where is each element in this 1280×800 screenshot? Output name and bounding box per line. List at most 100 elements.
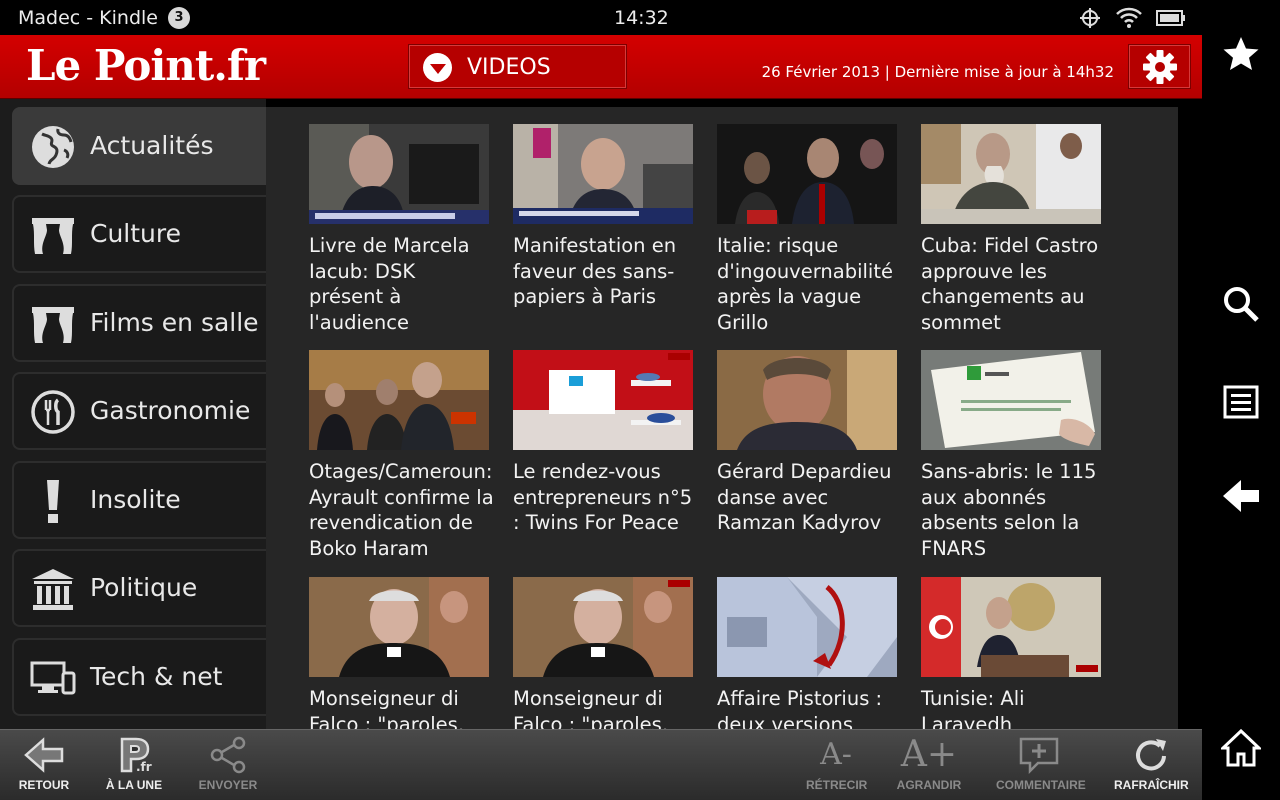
sidebar-item-politique[interactable]: Politique: [12, 549, 266, 627]
sidebar-item-label: Culture: [90, 219, 182, 248]
video-title: Le rendez-vous entrepreneurs n°5 : Twins…: [513, 460, 693, 534]
video-thumbnail[interactable]: [513, 124, 693, 224]
globe-icon: [30, 124, 76, 170]
video-title: Affaire Pistorius : deux versions: [717, 687, 883, 729]
wifi-icon: [1116, 7, 1142, 28]
send-button-label: ENVOYER: [198, 778, 258, 792]
status-bar: Madec - Kindle 3 14:32: [0, 0, 1202, 35]
video-title: Sans-abris: le 115 aux abonnés absents s…: [921, 460, 1097, 560]
sidebar-item-tech-net[interactable]: Tech & net: [12, 638, 266, 716]
sidebar-item-label: Politique: [90, 573, 198, 602]
video-title: Monseigneur di Falco : "paroles,: [309, 687, 465, 729]
home-button[interactable]: [1221, 728, 1261, 768]
video-card[interactable]: Gérard Depardieu danse avec Ramzan Kadyr…: [717, 350, 897, 536]
status-icons: [1078, 6, 1186, 30]
video-thumbnail[interactable]: [921, 124, 1101, 224]
video-thumbnail[interactable]: [921, 350, 1101, 450]
favorites-button[interactable]: [1221, 34, 1261, 74]
shrink-text-label: RÉTRECIR: [806, 778, 868, 792]
status-app-title: Madec - Kindle: [18, 7, 158, 29]
video-card[interactable]: Monseigneur di Falco : "paroles,: [513, 577, 693, 729]
video-title: Monseigneur di Falco : "paroles,: [513, 687, 669, 729]
back-button[interactable]: RETOUR: [18, 736, 70, 798]
send-button[interactable]: ENVOYER: [198, 736, 258, 798]
comment-plus-icon: [1019, 737, 1059, 774]
sidebar-item-label: Films en salle: [90, 308, 259, 337]
video-thumbnail[interactable]: [717, 124, 897, 224]
back-system-button[interactable]: [1221, 476, 1261, 516]
enlarge-text-label: AGRANDIR: [896, 778, 962, 792]
fork-knife-icon: [30, 389, 76, 435]
video-card[interactable]: Italie: risque d'ingouvernabilité après …: [717, 124, 897, 335]
system-nav-rail: [1202, 0, 1280, 800]
menu-icon: [1223, 385, 1259, 419]
video-thumbnail[interactable]: [309, 124, 489, 224]
section-dropdown[interactable]: VIDEOS: [408, 44, 627, 89]
exclamation-icon: [30, 478, 76, 524]
last-update-text: 26 Février 2013 | Dernière mise à jour à…: [761, 63, 1114, 81]
sidebar-item-insolite[interactable]: Insolite: [12, 461, 266, 539]
video-thumbnail[interactable]: [717, 350, 897, 450]
shrink-text-button[interactable]: A- RÉTRECIR: [806, 736, 868, 798]
category-sidebar: Actualités Culture Films en salle Gastro…: [0, 99, 266, 729]
video-thumbnail[interactable]: [309, 350, 489, 450]
bottom-toolbar: RETOUR .fr À LA UNE ENVOYER A- RÉTRECIR …: [0, 729, 1202, 800]
search-button[interactable]: [1221, 284, 1261, 324]
video-thumbnail[interactable]: [513, 350, 693, 450]
sidebar-item-gastronomie[interactable]: Gastronomie: [12, 372, 266, 450]
sidebar-item-actualites[interactable]: Actualités: [12, 107, 266, 185]
comment-button[interactable]: COMMENTAIRE: [996, 736, 1086, 798]
video-thumbnail[interactable]: [309, 577, 489, 677]
search-icon: [1224, 287, 1259, 322]
video-card[interactable]: Cuba: Fidel Castro approuve les changeme…: [921, 124, 1101, 335]
refresh-button-label: RAFRAÎCHIR: [1114, 778, 1189, 792]
refresh-button[interactable]: RAFRAÎCHIR: [1114, 736, 1189, 798]
video-card[interactable]: Affaire Pistorius : deux versions: [717, 577, 897, 729]
video-title: Otages/Cameroun: Ayrault confirme la rev…: [309, 460, 494, 560]
enlarge-text-button[interactable]: A+ AGRANDIR: [896, 736, 962, 798]
video-grid: Livre de Marcela Iacub: DSK présent à l'…: [266, 107, 1178, 729]
front-page-button[interactable]: .fr À LA UNE: [104, 736, 164, 798]
menu-button[interactable]: [1221, 382, 1261, 422]
theater-curtain-icon: [30, 212, 76, 258]
status-time: 14:32: [614, 7, 669, 29]
back-arrow-icon: [24, 737, 64, 773]
video-thumbnail[interactable]: [921, 577, 1101, 677]
settings-button[interactable]: [1128, 44, 1191, 89]
gear-icon: [1142, 49, 1177, 84]
video-card[interactable]: Livre de Marcela Iacub: DSK présent à l'…: [309, 124, 489, 335]
video-title: Manifestation en faveur des sans-papiers…: [513, 234, 677, 308]
video-thumbnail[interactable]: [513, 577, 693, 677]
sidebar-item-label: Gastronomie: [90, 396, 251, 425]
video-card[interactable]: Monseigneur di Falco : "paroles,: [309, 577, 489, 729]
le-point-logo[interactable]: Le Point.fr: [26, 41, 266, 90]
notification-badge[interactable]: 3: [168, 7, 190, 29]
chevron-down-icon: [423, 53, 452, 82]
text-enlarge-icon: A+: [900, 734, 958, 775]
sidebar-item-label: Tech & net: [90, 662, 223, 691]
le-point-p-icon: .fr: [120, 737, 152, 774]
share-icon: [210, 736, 246, 774]
sidebar-item-culture[interactable]: Culture: [12, 195, 266, 273]
video-card[interactable]: Le rendez-vous entrepreneurs n°5 : Twins…: [513, 350, 693, 536]
arrow-left-icon: [1223, 480, 1259, 512]
video-card[interactable]: Otages/Cameroun: Ayrault confirme la rev…: [309, 350, 494, 561]
video-card[interactable]: Manifestation en faveur des sans-papiers…: [513, 124, 693, 310]
sidebar-item-label: Actualités: [90, 131, 214, 160]
video-card[interactable]: Sans-abris: le 115 aux abonnés absents s…: [921, 350, 1101, 561]
video-card[interactable]: Tunisie: Ali Larayedh: [921, 577, 1101, 729]
video-thumbnail[interactable]: [717, 577, 897, 677]
battery-icon: [1156, 10, 1185, 26]
video-title: Tunisie: Ali Larayedh: [921, 687, 1025, 729]
sidebar-item-films-en-salle[interactable]: Films en salle: [12, 284, 266, 362]
section-dropdown-label: VIDEOS: [467, 55, 551, 80]
video-title: Italie: risque d'ingouvernabilité après …: [717, 234, 893, 334]
home-icon: [1221, 728, 1261, 767]
sidebar-item-label: Insolite: [90, 485, 181, 514]
front-page-label: À LA UNE: [105, 778, 163, 792]
video-title: Livre de Marcela Iacub: DSK présent à l'…: [309, 234, 470, 334]
comment-button-label: COMMENTAIRE: [996, 778, 1086, 792]
star-icon: [1223, 37, 1259, 70]
video-title: Cuba: Fidel Castro approuve les changeme…: [921, 234, 1099, 334]
sync-icon: [1080, 8, 1100, 28]
